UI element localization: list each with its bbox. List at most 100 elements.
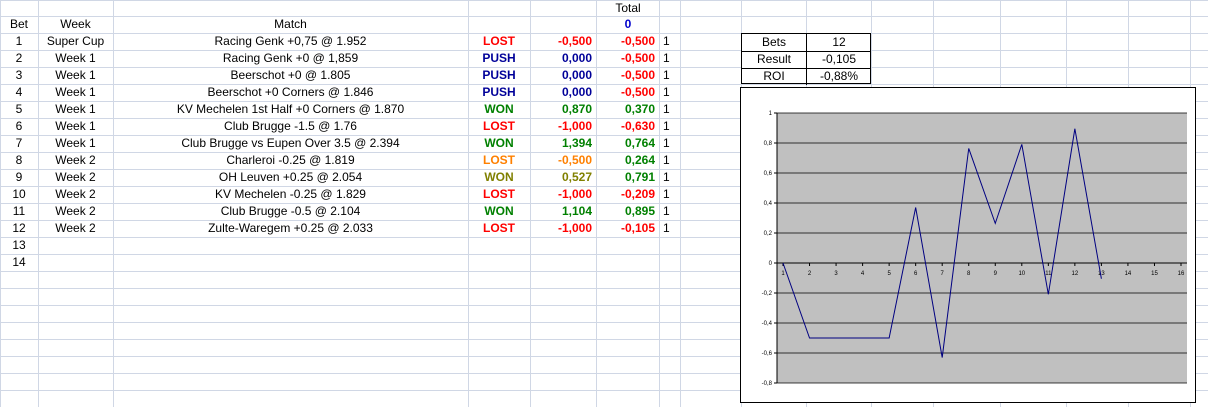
- status-cell[interactable]: PUSH: [468, 84, 530, 101]
- status-cell[interactable]: WON: [468, 135, 530, 152]
- status-cell[interactable]: PUSH: [468, 67, 530, 84]
- result-cell[interactable]: -1,000: [530, 186, 596, 203]
- flag-cell[interactable]: 1: [659, 33, 680, 50]
- match-cell[interactable]: Charleroi -0.25 @ 1.819: [113, 152, 468, 169]
- match-cell[interactable]: [113, 254, 468, 271]
- match-header[interactable]: Match: [113, 16, 468, 33]
- bet-number[interactable]: 7: [0, 135, 38, 152]
- flag-cell[interactable]: 1: [659, 135, 680, 152]
- status-cell[interactable]: LOST: [468, 33, 530, 50]
- total-header[interactable]: Total: [613, 0, 643, 17]
- running-total-cell[interactable]: 0,895: [596, 203, 659, 220]
- flag-cell[interactable]: 1: [659, 118, 680, 135]
- week-cell[interactable]: Week 1: [38, 50, 113, 67]
- running-total-cell[interactable]: -0,105: [596, 220, 659, 237]
- result-cell[interactable]: [530, 254, 596, 271]
- flag-cell[interactable]: 1: [659, 152, 680, 169]
- status-cell[interactable]: WON: [468, 101, 530, 118]
- match-cell[interactable]: OH Leuven +0.25 @ 2.054: [113, 169, 468, 186]
- week-cell[interactable]: Week 2: [38, 152, 113, 169]
- match-cell[interactable]: KV Mechelen 1st Half +0 Corners @ 1.870: [113, 101, 468, 118]
- flag-cell[interactable]: 1: [659, 101, 680, 118]
- week-cell[interactable]: [38, 254, 113, 271]
- result-cell[interactable]: -0,500: [530, 33, 596, 50]
- flag-cell[interactable]: [659, 254, 680, 271]
- bet-header[interactable]: Bet: [0, 16, 38, 33]
- week-cell[interactable]: Week 1: [38, 67, 113, 84]
- week-cell[interactable]: Week 2: [38, 169, 113, 186]
- match-cell[interactable]: Club Brugge -1.5 @ 1.76: [113, 118, 468, 135]
- status-cell[interactable]: [468, 254, 530, 271]
- running-total-cell[interactable]: -0,630: [596, 118, 659, 135]
- status-cell[interactable]: LOST: [468, 220, 530, 237]
- week-cell[interactable]: Week 1: [38, 135, 113, 152]
- roi-label[interactable]: ROI: [742, 68, 806, 85]
- match-cell[interactable]: [113, 237, 468, 254]
- match-cell[interactable]: Racing Genk +0 @ 1,859: [113, 50, 468, 67]
- result-cell[interactable]: -1,000: [530, 220, 596, 237]
- running-total-cell[interactable]: -0,209: [596, 186, 659, 203]
- running-total-cell[interactable]: [596, 254, 659, 271]
- bet-number[interactable]: 5: [0, 101, 38, 118]
- flag-cell[interactable]: 1: [659, 67, 680, 84]
- result-cell[interactable]: 0,000: [530, 84, 596, 101]
- roi-value[interactable]: -0,88%: [806, 68, 871, 85]
- total-value[interactable]: 0: [613, 16, 643, 33]
- result-value[interactable]: -0,105: [806, 51, 871, 68]
- result-cell[interactable]: 0,000: [530, 67, 596, 84]
- week-cell[interactable]: Week 2: [38, 203, 113, 220]
- match-cell[interactable]: Racing Genk +0,75 @ 1.952: [113, 33, 468, 50]
- status-cell[interactable]: LOST: [468, 186, 530, 203]
- week-cell[interactable]: Week 2: [38, 186, 113, 203]
- status-cell[interactable]: PUSH: [468, 50, 530, 67]
- bet-number[interactable]: 8: [0, 152, 38, 169]
- running-total-cell[interactable]: -0,500: [596, 84, 659, 101]
- week-header[interactable]: Week: [38, 16, 113, 33]
- match-cell[interactable]: Club Brugge -0.5 @ 2.104: [113, 203, 468, 220]
- result-cell[interactable]: 1,394: [530, 135, 596, 152]
- running-total-cell[interactable]: -0,500: [596, 33, 659, 50]
- status-cell[interactable]: LOST: [468, 118, 530, 135]
- result-cell[interactable]: [530, 237, 596, 254]
- week-cell[interactable]: Week 1: [38, 118, 113, 135]
- week-cell[interactable]: Week 1: [38, 101, 113, 118]
- status-cell[interactable]: WON: [468, 203, 530, 220]
- status-cell[interactable]: WON: [468, 169, 530, 186]
- bet-number[interactable]: 3: [0, 67, 38, 84]
- result-cell[interactable]: 0,000: [530, 50, 596, 67]
- match-cell[interactable]: Beerschot +0 @ 1.805: [113, 67, 468, 84]
- flag-cell[interactable]: 1: [659, 186, 680, 203]
- bet-number[interactable]: 14: [0, 254, 38, 271]
- bet-number[interactable]: 9: [0, 169, 38, 186]
- flag-cell[interactable]: [659, 237, 680, 254]
- match-cell[interactable]: Zulte-Waregem +0.25 @ 2.033: [113, 220, 468, 237]
- running-total-cell[interactable]: -0,500: [596, 50, 659, 67]
- flag-cell[interactable]: 1: [659, 203, 680, 220]
- status-cell[interactable]: [468, 237, 530, 254]
- bet-number[interactable]: 2: [0, 50, 38, 67]
- running-total-cell[interactable]: -0,500: [596, 67, 659, 84]
- flag-cell[interactable]: 1: [659, 84, 680, 101]
- running-total-cell[interactable]: 0,791: [596, 169, 659, 186]
- running-total-cell[interactable]: 0,264: [596, 152, 659, 169]
- bet-number[interactable]: 11: [0, 203, 38, 220]
- bets-value[interactable]: 12: [806, 34, 871, 51]
- result-cell[interactable]: -0,500: [530, 152, 596, 169]
- flag-cell[interactable]: 1: [659, 220, 680, 237]
- week-cell[interactable]: Week 1: [38, 84, 113, 101]
- running-total-cell[interactable]: [596, 237, 659, 254]
- week-cell[interactable]: [38, 237, 113, 254]
- running-total-cell[interactable]: 0,764: [596, 135, 659, 152]
- result-cell[interactable]: 0,527: [530, 169, 596, 186]
- match-cell[interactable]: Club Brugge vs Eupen Over 3.5 @ 2.394: [113, 135, 468, 152]
- flag-cell[interactable]: 1: [659, 50, 680, 67]
- result-cell[interactable]: 0,870: [530, 101, 596, 118]
- match-cell[interactable]: KV Mechelen -0.25 @ 1.829: [113, 186, 468, 203]
- result-label[interactable]: Result: [742, 51, 806, 68]
- bet-number[interactable]: 6: [0, 118, 38, 135]
- bet-number[interactable]: 4: [0, 84, 38, 101]
- status-cell[interactable]: LOST: [468, 152, 530, 169]
- bet-number[interactable]: 12: [0, 220, 38, 237]
- bet-number[interactable]: 10: [0, 186, 38, 203]
- week-cell[interactable]: Week 2: [38, 220, 113, 237]
